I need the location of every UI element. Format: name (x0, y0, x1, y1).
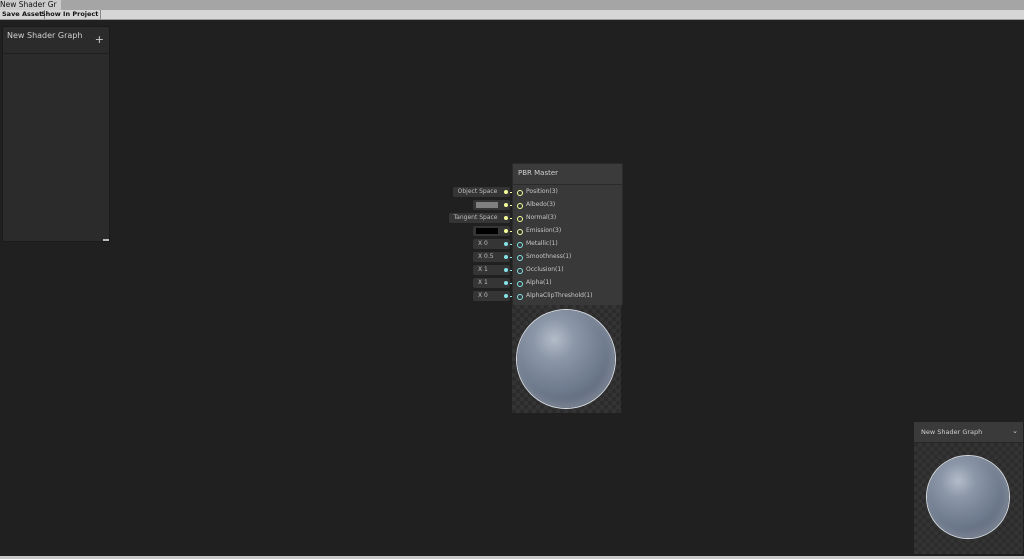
blackboard-header: New Shader Graph + (3, 27, 109, 54)
alpha-clip-input[interactable]: X 0 (473, 291, 516, 301)
port-slot-icon[interactable] (517, 229, 523, 235)
position-space-dropdown[interactable]: Object Space (453, 187, 516, 197)
port-slot-icon[interactable] (517, 268, 523, 274)
port-connector-icon (504, 242, 508, 246)
occlusion-value: X 1 (478, 266, 488, 273)
port-slot-icon[interactable] (517, 255, 523, 261)
node-preview[interactable] (512, 305, 621, 413)
port-connector-icon (504, 229, 508, 233)
port-label: Metallic(1) (526, 240, 558, 247)
alpha-clip-value: X 0 (478, 292, 488, 299)
plus-icon[interactable]: + (95, 34, 104, 45)
port-albedo[interactable]: Albedo(3) (513, 200, 622, 213)
port-connector-icon (504, 294, 508, 298)
main-preview-header[interactable]: New Shader Graph ⌄ (914, 422, 1023, 443)
toolbar: Save Asset Show In Project (0, 10, 1024, 20)
node-title: PBR Master (518, 169, 559, 177)
port-slot-icon[interactable] (517, 216, 523, 222)
resize-handle[interactable] (103, 239, 109, 241)
main-preview-viewport[interactable] (914, 443, 1023, 554)
port-slot-icon[interactable] (517, 190, 523, 196)
port-connector-icon (504, 216, 508, 220)
chevron-down-icon[interactable]: ⌄ (1012, 427, 1018, 435)
port-emission[interactable]: Emission(3) (513, 226, 622, 239)
port-slot-icon[interactable] (517, 242, 523, 248)
alpha-value: X 1 (478, 279, 488, 286)
port-normal[interactable]: Normal(3) (513, 213, 622, 226)
emission-color-swatch[interactable] (476, 228, 498, 234)
alpha-input[interactable]: X 1 (473, 278, 516, 288)
window-tab[interactable]: New Shader Gr (0, 0, 61, 10)
port-position[interactable]: Position(3) (513, 187, 622, 200)
normal-space-dropdown[interactable]: Tangent Space (449, 213, 516, 223)
window-tab-strip: New Shader Gr (0, 0, 1024, 10)
node-title-bar[interactable]: PBR Master (513, 164, 622, 185)
preview-sphere (517, 310, 615, 408)
port-alpha-clip-threshold[interactable]: AlphaClipThreshold(1) (513, 291, 622, 304)
port-connector-icon (504, 190, 508, 194)
port-label: Normal(3) (526, 214, 557, 221)
blackboard-title: New Shader Graph (7, 31, 83, 40)
albedo-color-field[interactable] (473, 200, 516, 210)
port-connector-icon (504, 255, 508, 259)
port-metallic[interactable]: Metallic(1) (513, 239, 622, 252)
port-slot-icon[interactable] (517, 294, 523, 300)
main-preview-sphere (927, 456, 1009, 538)
occlusion-input[interactable]: X 1 (473, 265, 516, 275)
show-in-project-button[interactable]: Show In Project (39, 10, 102, 19)
blackboard-panel: New Shader Graph + (2, 26, 110, 242)
port-label: Emission(3) (526, 227, 562, 234)
metallic-input[interactable]: X 0 (473, 239, 516, 249)
port-label: Albedo(3) (526, 201, 556, 208)
port-occlusion[interactable]: Occlusion(1) (513, 265, 622, 278)
albedo-color-swatch[interactable] (476, 202, 498, 208)
port-connector-icon (504, 268, 508, 272)
port-slot-icon[interactable] (517, 281, 523, 287)
smoothness-value: X 0.5 (478, 253, 494, 260)
port-alpha[interactable]: Alpha(1) (513, 278, 622, 291)
port-label: AlphaClipThreshold(1) (526, 292, 593, 299)
port-label: Smoothness(1) (526, 253, 572, 260)
port-smoothness[interactable]: Smoothness(1) (513, 252, 622, 265)
port-label: Alpha(1) (526, 279, 552, 286)
port-connector-icon (504, 203, 508, 207)
position-space-value: Object Space (457, 188, 498, 195)
main-preview-title: New Shader Graph (921, 428, 983, 436)
port-slot-icon[interactable] (517, 203, 523, 209)
normal-space-value: Tangent Space (453, 214, 498, 221)
metallic-value: X 0 (478, 240, 488, 247)
port-connector-icon (504, 281, 508, 285)
emission-color-field[interactable] (473, 226, 516, 236)
pbr-master-node[interactable]: PBR Master Position(3) Albedo(3) Normal(… (512, 163, 623, 306)
port-label: Occlusion(1) (526, 266, 564, 273)
main-preview-panel[interactable]: New Shader Graph ⌄ (914, 422, 1023, 554)
smoothness-input[interactable]: X 0.5 (473, 252, 516, 262)
port-label: Position(3) (526, 188, 558, 195)
